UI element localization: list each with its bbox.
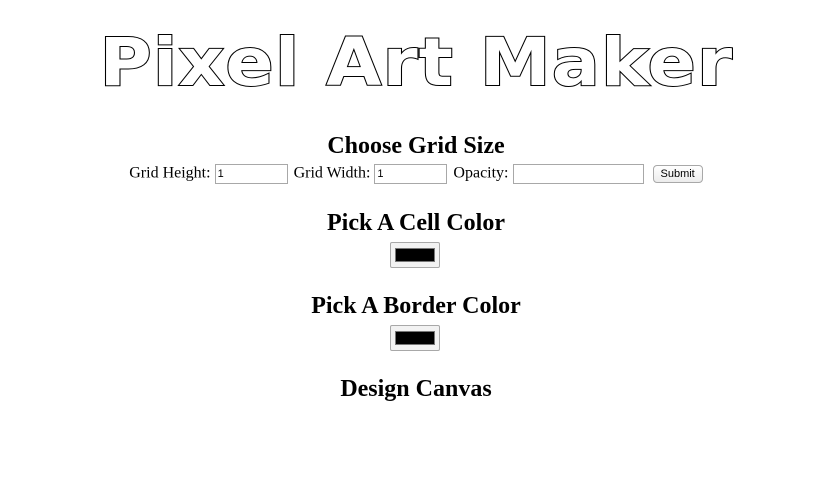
grid-height-label: Grid Height:	[129, 164, 211, 182]
app-logo-title: Pixel Art Maker	[0, 23, 832, 102]
border-color-heading: Pick A Border Color	[311, 293, 521, 319]
grid-width-input[interactable]	[374, 164, 448, 184]
app-title-text: Pixel Art Maker	[98, 23, 733, 102]
grid-height-input[interactable]	[214, 164, 288, 184]
cell-color-picker[interactable]	[390, 242, 440, 268]
border-color-swatch	[395, 331, 435, 345]
submit-button[interactable]: Submit	[652, 165, 703, 183]
grid-size-heading: Choose Grid Size	[327, 133, 505, 159]
opacity-input[interactable]	[512, 164, 644, 184]
cell-color-swatch	[395, 248, 435, 262]
grid-size-form: Grid Height: Grid Width: Opacity: Submit	[0, 164, 832, 184]
design-canvas-heading: Design Canvas	[340, 376, 492, 402]
opacity-label: Opacity:	[453, 164, 509, 182]
cell-color-heading: Pick A Cell Color	[327, 210, 505, 236]
grid-width-label: Grid Width:	[293, 164, 371, 182]
border-color-picker[interactable]	[390, 325, 440, 351]
